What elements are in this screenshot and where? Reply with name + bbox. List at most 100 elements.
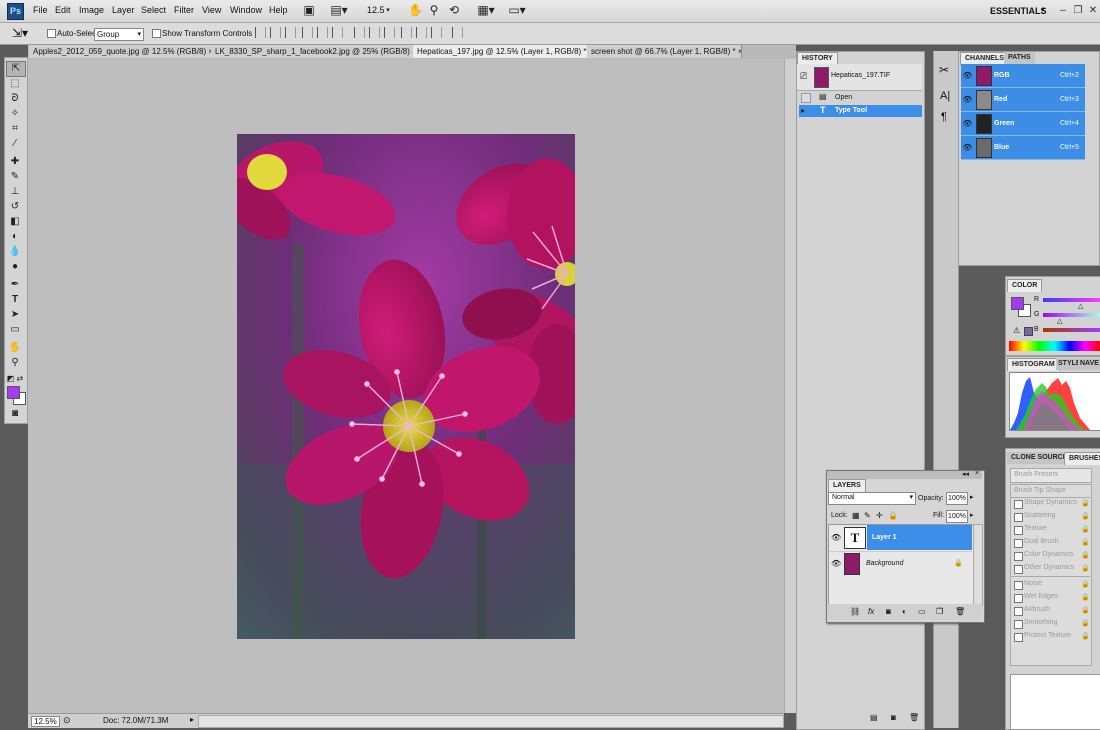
tab-paths[interactable]: PATHS	[1004, 52, 1035, 64]
workspace-switcher[interactable]: ESSENTIALS	[990, 6, 1047, 16]
menu-filter[interactable]: Filter	[174, 5, 194, 15]
snapshot-brush-icon[interactable]: ⎚	[800, 71, 807, 82]
default-colors-icon[interactable]: ◩ ⇄	[6, 372, 24, 386]
gradient-tool-icon[interactable]: ◐	[6, 230, 24, 244]
layer-style-icon[interactable]: fx	[868, 607, 874, 616]
distribute-right-icon[interactable]	[431, 27, 442, 38]
hand-tool-icon[interactable]: ✋	[6, 341, 24, 355]
screen-mode-icon[interactable]: ▭▾	[506, 3, 528, 18]
clone-stamp-tool-icon[interactable]: ⊥	[6, 185, 24, 199]
move-tool-icon[interactable]: ⇱	[6, 61, 26, 77]
lock-icon[interactable]: 🔒	[1081, 551, 1090, 559]
history-brush-source-box[interactable]	[801, 93, 811, 103]
document-tab[interactable]: screen shot @ 66.7% (Layer 1, RGB/8) * ×	[587, 45, 742, 58]
bridge-icon[interactable]: ▣	[302, 3, 316, 18]
distribute-bottom-icon[interactable]	[384, 27, 395, 38]
lasso-tool-icon[interactable]: ᘐ	[6, 92, 24, 106]
document-tab[interactable]: LK_8330_SP_sharp_1_facebook2.jpg @ 25% (…	[211, 45, 416, 58]
align-hcenter-icon[interactable]	[317, 27, 328, 38]
tab-color[interactable]: COLOR	[1007, 279, 1043, 292]
lock-all-icon[interactable]: 🔒	[888, 511, 898, 520]
eye-icon[interactable]: 👁	[831, 559, 841, 568]
close-icon[interactable]: ×	[975, 470, 979, 477]
dodge-tool-icon[interactable]: ●	[6, 260, 24, 274]
eraser-tool-icon[interactable]: ◧	[6, 215, 24, 229]
color-ramp[interactable]	[1009, 341, 1100, 351]
menu-view[interactable]: View	[202, 5, 221, 15]
menu-image[interactable]: Image	[79, 5, 104, 15]
option-checkbox[interactable]	[1014, 513, 1023, 522]
lock-icon[interactable]: 🔒	[1081, 499, 1090, 507]
trash-icon[interactable]: 🗑	[909, 713, 919, 722]
zoom-level[interactable]: 12.5	[367, 5, 385, 15]
document-size[interactable]: Doc: 72.0M/71.3M	[103, 716, 168, 725]
layer-mask-icon[interactable]: ◙	[886, 607, 891, 616]
healing-brush-tool-icon[interactable]: ✚	[6, 155, 24, 169]
eye-icon[interactable]: 👁	[962, 143, 973, 152]
eye-icon[interactable]: 👁	[962, 119, 973, 128]
history-state-pointer-icon[interactable]: ▸	[801, 106, 805, 115]
history-brush-tool-icon[interactable]: ↺	[6, 200, 24, 214]
auto-align-icon[interactable]	[452, 27, 463, 38]
tool-presets-icon[interactable]: ✂	[939, 63, 949, 77]
foreground-color-swatch[interactable]	[1011, 297, 1024, 310]
eye-icon[interactable]: 👁	[831, 533, 841, 542]
brush-presets-button[interactable]: Brush Presets	[1010, 468, 1092, 483]
menu-select[interactable]: Select	[141, 5, 166, 15]
extras-icon[interactable]: ▤▾	[328, 3, 350, 18]
close-icon[interactable]: ×	[738, 47, 741, 56]
distribute-hcenter-icon[interactable]	[416, 27, 427, 38]
tab-brushes[interactable]: BRUSHES	[1064, 452, 1100, 465]
magic-wand-tool-icon[interactable]: ✧	[6, 107, 24, 121]
option-checkbox[interactable]	[1014, 552, 1023, 561]
brush-tool-icon[interactable]: ✎	[6, 170, 24, 184]
lock-icon[interactable]: 🔒	[1081, 619, 1090, 627]
slider-handle-icon[interactable]: △	[1078, 302, 1083, 310]
move-tool-preset-icon[interactable]: ⇲▾	[12, 26, 28, 40]
tab-layers[interactable]: LAYERS	[828, 479, 866, 492]
lock-icon[interactable]: 🔒	[1081, 525, 1090, 533]
menu-layer[interactable]: Layer	[112, 5, 135, 15]
option-checkbox[interactable]	[1014, 539, 1023, 548]
paragraph-icon[interactable]: ¶	[941, 111, 947, 123]
option-checkbox[interactable]	[1014, 581, 1023, 590]
path-selection-tool-icon[interactable]: ➤	[6, 308, 24, 322]
type-tool-icon[interactable]: T	[6, 293, 24, 307]
quick-mask-icon[interactable]: ◙	[6, 407, 24, 421]
tab-histogram[interactable]: HISTOGRAM	[1007, 358, 1060, 371]
option-checkbox[interactable]	[1014, 565, 1023, 574]
option-checkbox[interactable]	[1014, 526, 1023, 535]
blur-tool-icon[interactable]: 💧	[6, 245, 24, 259]
green-slider[interactable]	[1043, 313, 1100, 317]
tab-clone-source[interactable]: CLONE SOURCE	[1007, 452, 1072, 464]
document-tab[interactable]: Apples2_2012_059_quote.jpg @ 12.5% (RGB/…	[29, 45, 214, 58]
collapse-icon[interactable]: ◂◂	[962, 470, 969, 478]
eye-icon[interactable]: 👁	[962, 71, 973, 80]
foreground-color-swatch-front[interactable]	[7, 386, 20, 399]
photoshop-logo[interactable]: Ps	[7, 3, 24, 20]
zoom-dropdown-icon[interactable]: ▾	[384, 3, 392, 18]
adjustment-layer-icon[interactable]: ◐	[902, 607, 907, 616]
slider-handle-icon[interactable]: △	[1057, 317, 1062, 325]
distribute-left-icon[interactable]	[401, 27, 412, 38]
option-checkbox[interactable]	[1014, 620, 1023, 629]
opacity-input[interactable]: 100%	[946, 492, 968, 505]
eye-icon[interactable]: 👁	[962, 95, 973, 104]
option-checkbox[interactable]	[1014, 594, 1023, 603]
zoom-tool-icon[interactable]: ⚲	[6, 356, 24, 370]
shape-tool-icon[interactable]: ▭	[6, 323, 24, 337]
layer-name[interactable]: Background	[866, 560, 903, 567]
document-tab-active[interactable]: Hepaticas_197.jpg @ 12.5% (Layer 1, RGB/…	[413, 45, 590, 58]
align-left-icon[interactable]	[302, 27, 313, 38]
new-group-icon[interactable]: ▭	[918, 607, 926, 616]
align-top-icon[interactable]	[255, 27, 266, 38]
link-layers-icon[interactable]: ⛓	[850, 607, 860, 616]
lock-icon[interactable]: 🔒	[1081, 564, 1090, 572]
distribute-vcenter-icon[interactable]	[369, 27, 380, 38]
option-checkbox[interactable]	[1014, 500, 1023, 509]
minimize-icon[interactable]: –	[1056, 4, 1070, 17]
red-slider[interactable]	[1043, 298, 1100, 302]
new-layer-icon[interactable]: ❐	[936, 607, 943, 616]
status-icon[interactable]: ⊙	[63, 715, 71, 726]
new-snapshot-icon[interactable]: ◙	[891, 713, 896, 722]
